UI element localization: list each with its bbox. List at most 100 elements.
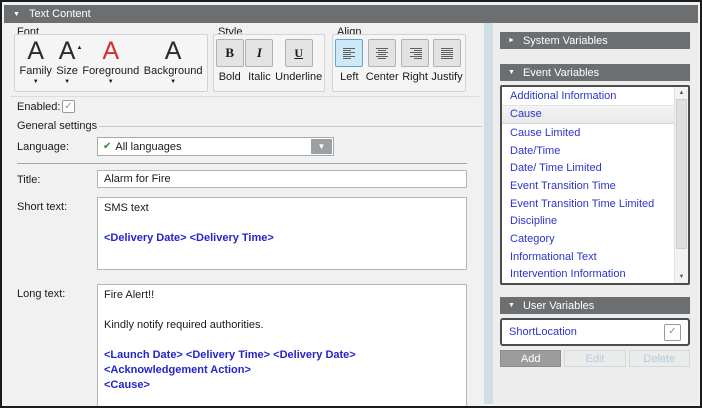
- panel-title: Text Content: [29, 8, 91, 20]
- bold-label: Bold: [219, 71, 241, 83]
- italic-button[interactable]: I Italic: [245, 39, 273, 83]
- align-right-label: Right: [402, 71, 428, 83]
- scrollbar-thumb[interactable]: [676, 99, 687, 249]
- user-variable-row[interactable]: ShortLocation ✓: [500, 318, 690, 346]
- font-size-label: Size: [56, 65, 77, 77]
- event-variable-item[interactable]: Discipline: [502, 212, 675, 230]
- bold-icon: B: [216, 39, 244, 67]
- align-left-label: Left: [340, 71, 358, 83]
- event-variable-item[interactable]: Date/Time: [502, 142, 675, 160]
- align-right-button[interactable]: Right: [401, 39, 429, 83]
- language-value: All languages: [115, 141, 181, 153]
- section-separator: [17, 163, 467, 164]
- general-settings-label: General settings: [17, 120, 97, 132]
- add-button[interactable]: Add: [500, 350, 561, 367]
- font-group: A Family ▼ A▲ Size ▼ A Foreground ▼ A Ba…: [14, 34, 208, 92]
- bold-button[interactable]: B Bold: [216, 39, 244, 83]
- long-text-area[interactable]: Fire Alert!! Kindly notify required auth…: [97, 284, 467, 408]
- chevron-down-icon: ▼: [508, 302, 515, 309]
- panel-titlebar[interactable]: ▼ Text Content: [4, 5, 698, 23]
- event-variables-list: Additional Information Cause Cause Limit…: [500, 85, 690, 285]
- language-dropdown-button[interactable]: ▼: [311, 139, 332, 154]
- style-group: B Bold I Italic U Underline: [213, 34, 325, 92]
- check-icon: ✔: [103, 141, 111, 152]
- user-variable-checkbox[interactable]: ✓: [664, 324, 681, 341]
- align-left-icon: [335, 39, 363, 67]
- event-variable-item-selected[interactable]: Cause: [502, 105, 675, 125]
- user-variable-name: ShortLocation: [509, 326, 577, 338]
- font-foreground-button[interactable]: A Foreground ▼: [82, 39, 139, 85]
- general-settings-rule: [99, 126, 482, 127]
- scroll-up-icon[interactable]: ▲: [675, 87, 688, 99]
- align-justify-icon: [433, 39, 461, 67]
- italic-icon: I: [245, 39, 273, 67]
- font-size-button[interactable]: A▲ Size ▼: [56, 39, 77, 85]
- scrollbar[interactable]: ▲ ▼: [674, 87, 688, 283]
- user-variables-title: User Variables: [523, 300, 594, 312]
- event-variable-item[interactable]: Intervention Information: [502, 265, 675, 283]
- event-variable-item[interactable]: Event Transition Time Limited: [502, 195, 675, 213]
- scroll-down-icon[interactable]: ▼: [675, 271, 688, 283]
- font-background-button[interactable]: A Background ▼: [144, 39, 203, 85]
- panel-divider: [484, 23, 493, 404]
- align-group: Left Center Right Justify: [332, 34, 466, 92]
- user-variable-actions: Add Edit Delete: [500, 350, 690, 367]
- system-variables-title: System Variables: [523, 35, 608, 47]
- event-variable-item[interactable]: Cause Limited: [502, 124, 675, 142]
- check-icon: ✓: [668, 327, 676, 337]
- edit-button[interactable]: Edit: [564, 350, 625, 367]
- align-center-button[interactable]: Center: [366, 39, 399, 83]
- align-center-icon: [368, 39, 396, 67]
- event-variable-item[interactable]: Event Transition Time: [502, 177, 675, 195]
- long-text-line1: Fire Alert!!: [104, 288, 460, 303]
- chevron-down-icon: ▼: [64, 79, 70, 85]
- chevron-down-icon: ▼: [33, 79, 39, 85]
- italic-label: Italic: [248, 71, 271, 83]
- title-value: Alarm for Fire: [104, 173, 171, 185]
- section-user-variables[interactable]: ▼ User Variables: [500, 297, 690, 314]
- font-background-label: Background: [144, 65, 203, 77]
- align-justify-button[interactable]: Justify: [431, 39, 462, 83]
- long-text-line2: Kindly notify required authorities.: [104, 318, 460, 333]
- collapse-icon: ▼: [13, 11, 20, 18]
- event-variable-item[interactable]: Date/ Time Limited: [502, 160, 675, 178]
- long-text-tags-line2: <Cause>: [104, 378, 460, 393]
- short-text-line: SMS text: [104, 201, 460, 216]
- underline-label: Underline: [275, 71, 322, 83]
- underline-button[interactable]: U Underline: [275, 39, 322, 83]
- title-label: Title:: [17, 174, 40, 186]
- font-foreground-label: Foreground: [82, 65, 139, 77]
- short-text-area[interactable]: SMS text <Delivery Date> <Delivery Time>: [97, 197, 467, 270]
- event-variable-item[interactable]: Category: [502, 230, 675, 248]
- section-system-variables[interactable]: ► System Variables: [500, 32, 690, 49]
- font-family-icon: A: [27, 39, 44, 64]
- long-text-label: Long text:: [17, 288, 65, 300]
- chevron-down-icon: ▼: [508, 69, 515, 76]
- align-left-button[interactable]: Left: [335, 39, 363, 83]
- long-text-tags-line1: <Launch Date> <Delivery Time> <Delivery …: [104, 348, 460, 378]
- font-family-button[interactable]: A Family ▼: [20, 39, 52, 85]
- section-event-variables[interactable]: ▼ Event Variables: [500, 64, 690, 81]
- title-input[interactable]: Alarm for Fire: [97, 170, 467, 188]
- language-label: Language:: [17, 141, 69, 153]
- font-foreground-icon: A: [102, 39, 119, 64]
- align-right-icon: [401, 39, 429, 67]
- event-variable-item[interactable]: Additional Information: [502, 87, 675, 105]
- delete-button[interactable]: Delete: [629, 350, 690, 367]
- enabled-checkbox[interactable]: ✓: [62, 100, 75, 113]
- size-up-icon: ▲: [77, 36, 83, 61]
- chevron-down-icon: ▼: [170, 79, 176, 85]
- event-variable-item[interactable]: Informational Text: [502, 248, 675, 266]
- short-text-tags: <Delivery Date> <Delivery Time>: [104, 231, 460, 246]
- toolbar-separator: [10, 96, 479, 97]
- language-select[interactable]: ✔ All languages ▼: [97, 137, 334, 156]
- short-text-label: Short text:: [17, 201, 67, 213]
- align-center-label: Center: [366, 71, 399, 83]
- font-size-icon: A▲: [59, 39, 76, 64]
- align-justify-label: Justify: [431, 71, 462, 83]
- check-icon: ✓: [64, 102, 72, 112]
- chevron-right-icon: ►: [508, 37, 515, 44]
- enabled-label: Enabled:: [17, 101, 60, 113]
- font-background-icon: A: [165, 39, 182, 64]
- chevron-down-icon: ▼: [318, 142, 326, 151]
